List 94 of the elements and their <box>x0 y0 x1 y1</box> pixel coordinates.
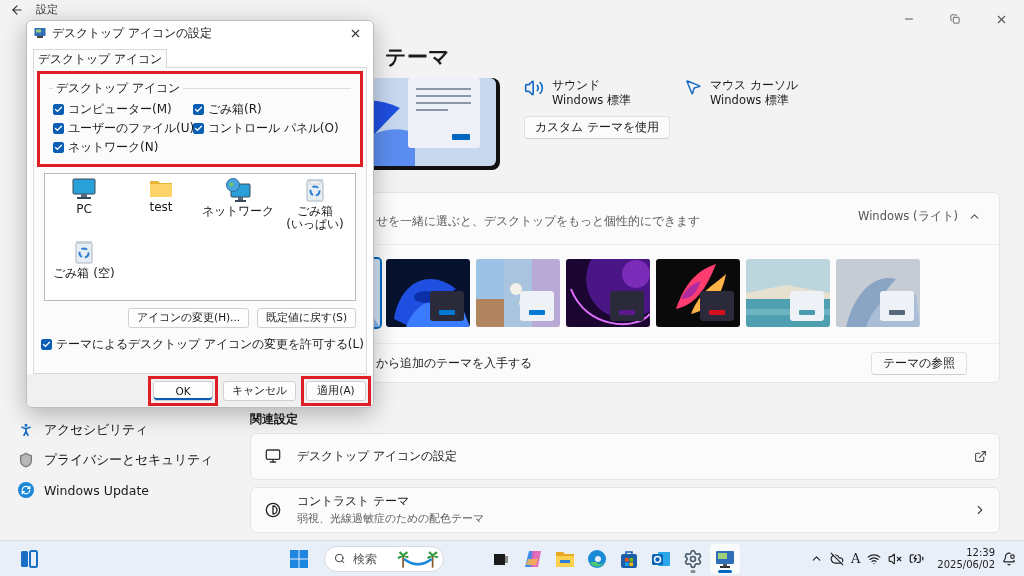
summary-label: マウス カーソル <box>710 78 798 93</box>
group-label: デスクトップ アイコン <box>55 80 181 97</box>
checkbox-label: ごみ箱(R) <box>208 101 262 118</box>
dialog-title: デスクトップ アイコンの設定 <box>52 25 212 41</box>
cloud-off-icon[interactable] <box>829 551 844 566</box>
icon-label: ごみ箱 (いっぱい) <box>286 205 344 231</box>
icon-label: test <box>149 201 173 214</box>
notification-icon[interactable] <box>1002 551 1016 566</box>
sidebar-item[interactable]: アクセシビリティ <box>10 415 250 445</box>
recycle-bin-icon <box>75 240 93 264</box>
theme-description: せを一緒に選ぶと、デスクトップをもっと個性的にできます <box>376 213 700 230</box>
sidebar-item[interactable]: プライバシーとセキュリティ <box>10 445 250 475</box>
sidebar-label: アクセシビリティ <box>44 421 148 439</box>
desktop-icon-item[interactable]: ネットワーク <box>201 178 275 240</box>
store-icon <box>619 548 639 569</box>
theme-dropdown[interactable]: Windows (ライト) <box>852 208 987 225</box>
card-title: コントラスト テーマ <box>297 493 410 511</box>
monitor-icon <box>34 27 46 39</box>
desktop-icon-item[interactable]: PC <box>47 178 121 240</box>
widgets-icon <box>20 549 38 568</box>
checkbox[interactable] <box>193 104 204 115</box>
check-icon <box>54 105 63 114</box>
icon-label: PC <box>76 203 92 216</box>
window-title: 設定 <box>36 3 58 17</box>
start-icon <box>290 549 308 568</box>
folder-icon <box>555 549 575 568</box>
accessibility-icon <box>18 422 34 438</box>
monitor-icon <box>72 178 96 200</box>
sidebar-label: Windows Update <box>44 482 150 498</box>
desktop-icon-item[interactable]: ごみ箱 (いっぱい) <box>278 178 352 240</box>
dialog-button[interactable]: OK <box>153 380 213 401</box>
network-icon <box>225 178 251 202</box>
check-icon <box>194 105 203 114</box>
desktop-icon-item[interactable]: ごみ箱 (空) <box>47 240 121 302</box>
copilot-icon <box>523 548 543 569</box>
browser-icon <box>587 548 607 569</box>
dialog-button[interactable]: キャンセル <box>223 380 296 401</box>
clock[interactable]: 12:39 2025/06/02 <box>937 546 995 571</box>
folder-icon <box>149 178 173 198</box>
checkbox-label: ネットワーク(N) <box>68 139 159 156</box>
checkbox[interactable] <box>41 339 52 350</box>
speaker-icon <box>524 78 544 98</box>
cursor-icon <box>684 78 702 96</box>
sidebar-item[interactable]: Windows Update <box>10 475 250 505</box>
checkbox-label: コントロール パネル(O) <box>208 120 339 137</box>
summary-value: Windows 標準 <box>710 93 790 108</box>
search-box[interactable]: 検索 <box>324 545 444 572</box>
custom-theme-button[interactable]: カスタム テーマを使用 <box>524 116 670 139</box>
card-title: デスクトップ アイコンの設定 <box>297 447 457 465</box>
shield-icon <box>18 452 34 468</box>
summary-value: Windows 標準 <box>552 93 631 108</box>
dialog-button[interactable]: 既定値に戻す(S) <box>257 308 356 328</box>
check-icon <box>194 124 203 133</box>
check-icon <box>54 143 63 152</box>
icon-label: ネットワーク <box>202 205 274 218</box>
search-input[interactable]: 検索 <box>351 550 392 567</box>
contrast-icon <box>265 501 281 518</box>
back-icon[interactable] <box>10 3 24 17</box>
dialog-button[interactable]: 適用(A) <box>306 380 366 401</box>
section-heading: 関連設定 <box>250 411 299 428</box>
checkbox[interactable] <box>53 142 64 153</box>
wifi-icon <box>867 551 882 566</box>
dialog-button[interactable]: アイコンの変更(H)... <box>128 308 250 328</box>
monitor-icon <box>265 448 281 465</box>
store-text: から追加のテーマを入手する <box>376 354 532 372</box>
check-icon <box>42 340 51 349</box>
settings-link-card[interactable]: コントラスト テーマ 弱視、光線過敏症のための配色テーマ <box>250 486 1000 533</box>
update-icon <box>18 482 34 498</box>
checkbox-label: テーマによるデスクトップ アイコンの変更を許可する(L) <box>56 336 364 353</box>
checkbox[interactable] <box>53 123 64 134</box>
external-link-icon <box>974 449 987 463</box>
checkbox-label: ユーザーのファイル(U) <box>68 120 195 137</box>
search-icon <box>334 552 346 565</box>
battery-icon <box>909 551 925 566</box>
browse-themes-button[interactable]: テーマの参照 <box>871 351 967 375</box>
settings-icon <box>683 548 703 569</box>
ime-indicator[interactable]: A <box>850 551 861 566</box>
desktop-icon-item[interactable]: test <box>124 178 198 240</box>
recycle-bin-icon <box>306 178 324 202</box>
settings-link-card[interactable]: デスクトップ アイコンの設定 <box>250 433 1000 480</box>
taskbar-app[interactable] <box>710 543 740 574</box>
monitor-icon <box>715 548 735 569</box>
mute-icon <box>888 551 903 566</box>
checkbox[interactable] <box>53 104 64 115</box>
icon-label: ごみ箱 (空) <box>53 267 115 280</box>
tab[interactable]: デスクトップ アイコン <box>33 49 167 68</box>
card-subtitle: 弱視、光線過敏症のための配色テーマ <box>297 512 484 527</box>
check-icon <box>54 124 63 133</box>
sidebar-label: プライバシーとセキュリティ <box>44 451 213 469</box>
checkbox[interactable] <box>193 123 204 134</box>
summary-label: サウンド <box>552 78 601 93</box>
restore-icon <box>950 14 960 24</box>
page-heading: テーマ <box>385 44 451 71</box>
checkbox-label: コンピューター(M) <box>68 101 172 118</box>
